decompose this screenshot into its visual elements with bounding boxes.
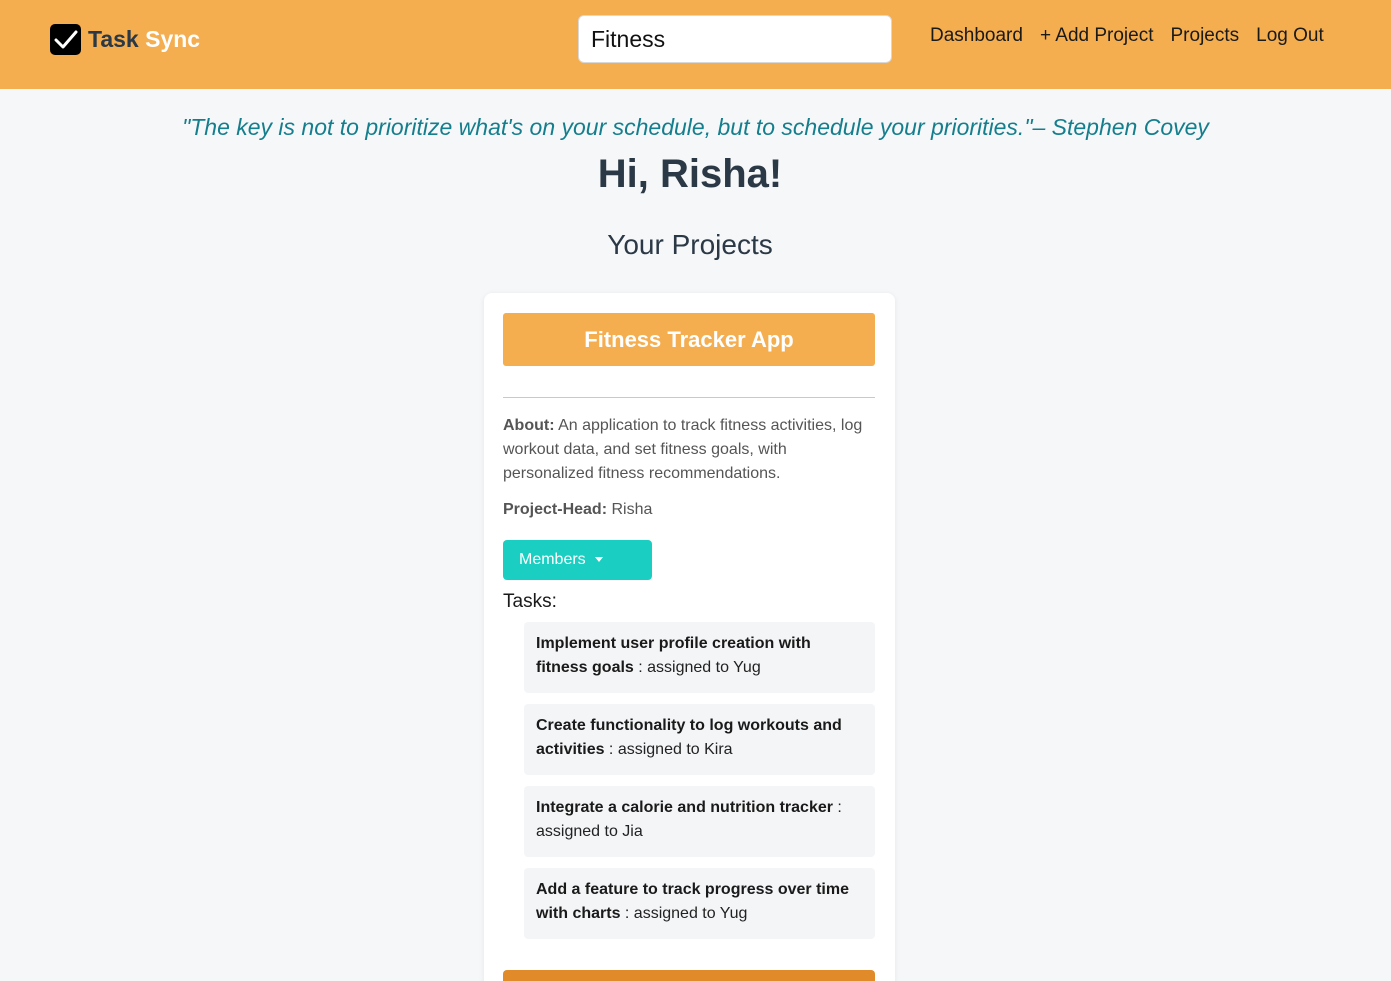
search-input[interactable]: [579, 16, 891, 62]
task-assignment: : assigned to Yug: [620, 905, 748, 922]
nav-logout-link[interactable]: Log Out: [1256, 25, 1324, 47]
about-label: About:: [503, 417, 555, 434]
nav-add-project-link[interactable]: + Add Project: [1040, 25, 1154, 47]
task-item: Create functionality to log workouts and…: [524, 704, 875, 775]
top-navbar: Task Sync Dashboard + Add Project Projec…: [0, 0, 1391, 89]
card-footer-bar: [503, 970, 875, 981]
task-item: Integrate a calorie and nutrition tracke…: [524, 786, 875, 857]
nav-projects-link[interactable]: Projects: [1171, 25, 1240, 47]
brand-name-sync: Sync: [145, 26, 201, 52]
task-title: Integrate a calorie and nutrition tracke…: [536, 799, 833, 816]
project-head: Project-Head: Risha: [503, 501, 652, 519]
motivational-quote: "The key is not to prioritize what's on …: [182, 114, 1209, 140]
nav-dashboard-link[interactable]: Dashboard: [930, 25, 1023, 47]
members-dropdown-button[interactable]: Members: [503, 540, 652, 580]
nav-links: Dashboard + Add Project Projects Log Out: [930, 25, 1324, 47]
members-button-label: Members: [519, 551, 586, 568]
task-assignment: : assigned to Yug: [633, 659, 761, 676]
brand-name: Task Sync: [88, 26, 200, 53]
tasks-label: Tasks:: [503, 591, 557, 612]
brand-name-task: Task: [88, 26, 139, 52]
about-text: An application to track fitness activiti…: [503, 417, 863, 482]
project-head-value: Risha: [607, 501, 653, 518]
task-item: Add a feature to track progress over tim…: [524, 868, 875, 939]
section-title: Your Projects: [607, 229, 773, 260]
greeting-heading: Hi, Risha!: [597, 152, 783, 196]
caret-down-icon: [594, 556, 603, 562]
project-about: About: An application to track fitness a…: [503, 414, 875, 486]
project-card: Fitness Tracker App About: An applicatio…: [484, 293, 895, 981]
divider: [503, 397, 875, 398]
project-title: Fitness Tracker App: [503, 313, 875, 366]
brand-logo[interactable]: Task Sync: [50, 24, 200, 55]
task-item: Implement user profile creation with fit…: [524, 622, 875, 693]
search-bar: [578, 15, 892, 63]
task-assignment: : assigned to Kira: [604, 741, 733, 758]
checkbox-icon: [50, 24, 81, 55]
project-head-label: Project-Head:: [503, 501, 608, 518]
